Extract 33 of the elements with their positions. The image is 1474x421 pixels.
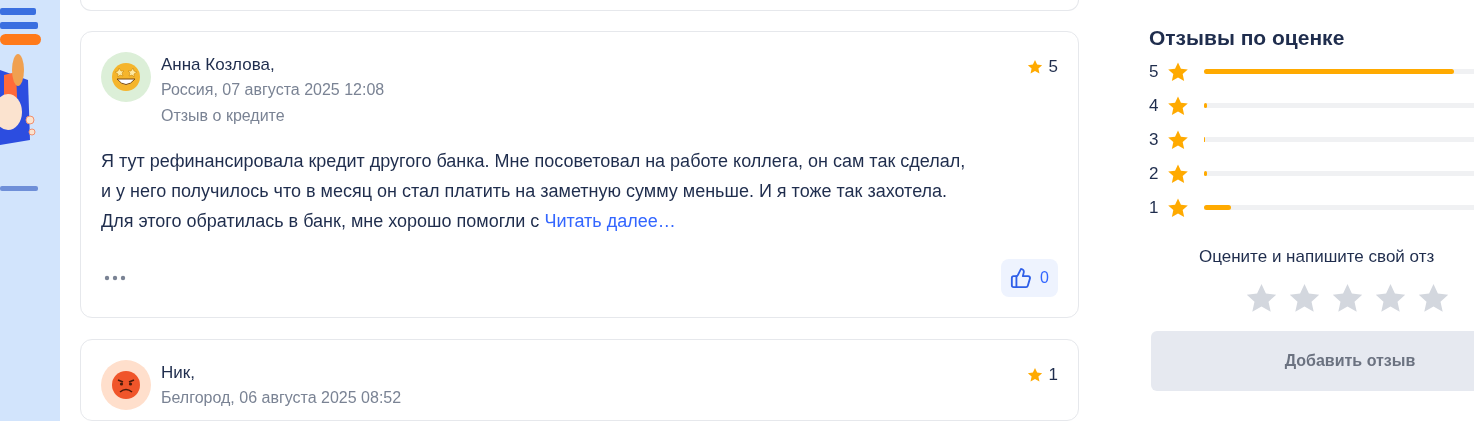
star-icon bbox=[1288, 281, 1321, 315]
star-icon bbox=[1167, 162, 1189, 185]
review-subject: Отзыв о кредите bbox=[161, 105, 286, 126]
review-meta: Россия, 07 августа 2025 12:08 bbox=[161, 79, 386, 100]
section-title: Отзывы по оценке bbox=[1149, 25, 1346, 51]
star-icon bbox=[1026, 58, 1043, 75]
star-icon bbox=[1245, 281, 1278, 315]
rating-label: 5 bbox=[1149, 60, 1160, 83]
star-icon bbox=[1167, 94, 1189, 117]
rating-label: 1 bbox=[1149, 196, 1160, 219]
thumbs-up-icon bbox=[1010, 266, 1033, 289]
rate-prompt: Оцените и напишите свой отз bbox=[1199, 246, 1436, 268]
author-name: Анна Козлова, bbox=[161, 53, 276, 76]
rating-stars[interactable] bbox=[1245, 281, 1450, 315]
read-more-link[interactable]: Читать далее… bbox=[544, 210, 676, 231]
star-icon bbox=[1417, 281, 1450, 315]
star-icon bbox=[1167, 196, 1189, 219]
review-meta: Белгород, 06 августа 2025 08:52 bbox=[161, 387, 403, 408]
rating-value: 1 bbox=[1048, 363, 1058, 386]
star-icon bbox=[1026, 366, 1043, 383]
rating-label: 4 bbox=[1149, 94, 1160, 117]
star-icon bbox=[1374, 281, 1407, 315]
like-button[interactable]: 0 bbox=[1001, 258, 1058, 297]
author-name: Ник, bbox=[161, 361, 196, 384]
review-text: Я тут рефинансировала кредит другого банка. Мне посоветовал на работе коллега, он сам так сделал, и у него получилось что в месяц он стал платить на заметную сумму меньше. И я тоже так захотела. Для этого обратилась в банк, мне хорошо помогли с Читать далее… bbox=[101, 149, 967, 233]
star-icon bbox=[1167, 60, 1189, 83]
star-icon bbox=[1167, 128, 1189, 151]
rating-label: 3 bbox=[1149, 128, 1160, 151]
rating-value: 5 bbox=[1048, 55, 1058, 78]
add-review-button[interactable]: Добавить отзыв bbox=[1151, 330, 1474, 391]
more-icon[interactable] bbox=[104, 274, 126, 281]
rating-label: 2 bbox=[1149, 162, 1160, 185]
star-icon bbox=[1331, 281, 1364, 315]
